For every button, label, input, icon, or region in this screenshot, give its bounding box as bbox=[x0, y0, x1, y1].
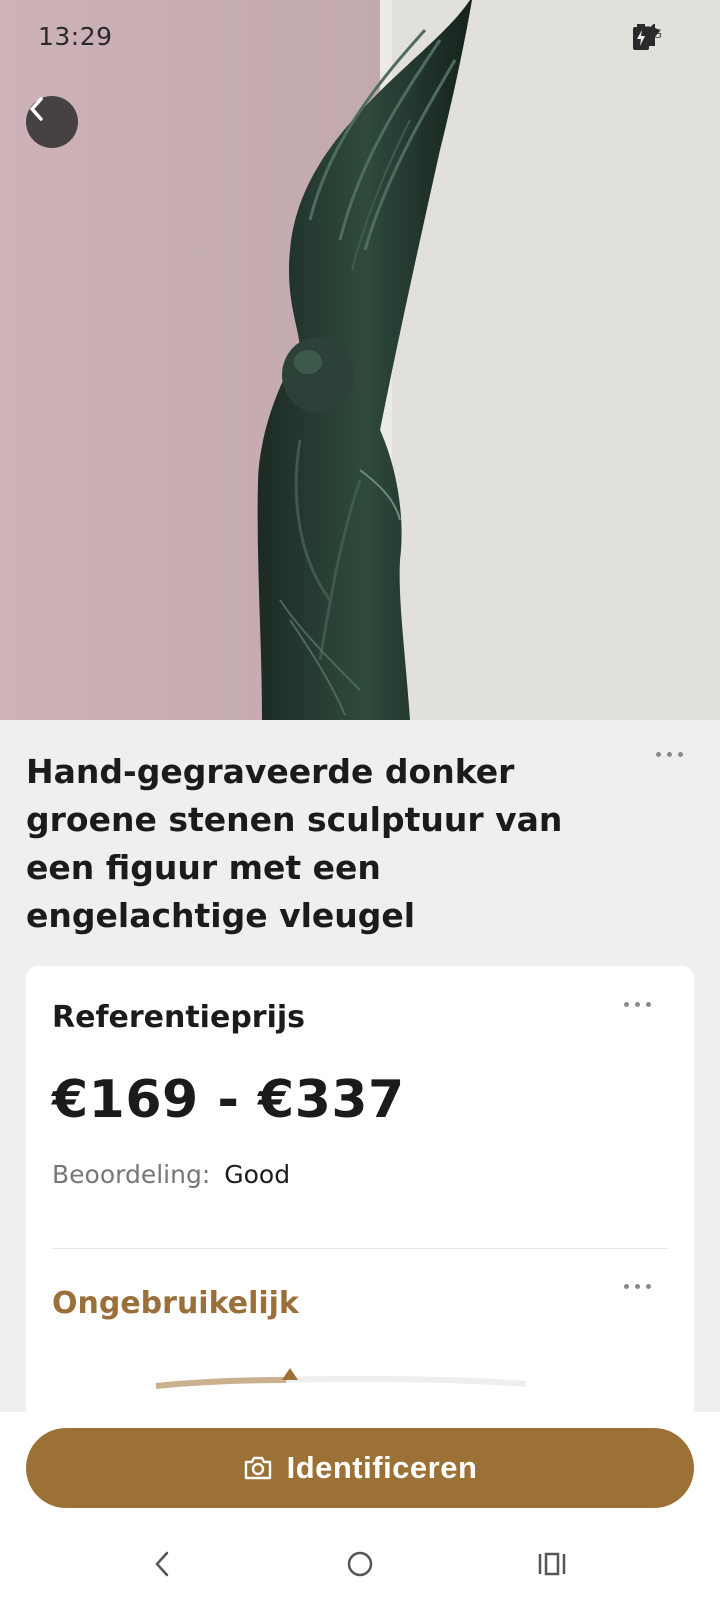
identify-label: Identificeren bbox=[286, 1450, 478, 1485]
nav-back-button[interactable] bbox=[122, 1528, 202, 1600]
item-title: Hand-gegraveerde donker groene stenen sc… bbox=[26, 752, 563, 935]
status-bar: 13:29 5G bbox=[0, 0, 720, 80]
divider bbox=[52, 1248, 668, 1249]
nav-home-icon bbox=[347, 1551, 373, 1577]
back-button[interactable] bbox=[26, 96, 78, 148]
rarity-heading: Ongebruikelijk bbox=[52, 1286, 299, 1321]
status-icons: 5G bbox=[633, 24, 674, 54]
price-range: €169 - €337 bbox=[52, 1070, 405, 1130]
dot bbox=[646, 1002, 651, 1007]
dot bbox=[624, 1002, 629, 1007]
item-photo: 13:29 5G bbox=[0, 0, 720, 720]
dot bbox=[635, 1002, 640, 1007]
dot bbox=[624, 1284, 629, 1289]
nav-recents-button[interactable] bbox=[512, 1528, 592, 1600]
rarity-more-button[interactable] bbox=[618, 1278, 657, 1295]
price-card: Referentieprijs €169 - €337 Beoordeling:… bbox=[26, 966, 694, 1436]
identify-button[interactable]: Identificeren bbox=[26, 1428, 694, 1508]
dot bbox=[635, 1284, 640, 1289]
rating-label: Beoordeling: bbox=[52, 1160, 211, 1189]
system-nav-bar bbox=[0, 1528, 720, 1600]
rating-value: Good bbox=[224, 1160, 291, 1189]
nav-recents-icon bbox=[538, 1552, 566, 1576]
chevron-left-icon bbox=[30, 97, 43, 121]
price-more-button[interactable] bbox=[618, 996, 657, 1013]
dot bbox=[678, 752, 683, 757]
rating-row: Beoordeling: Good bbox=[52, 1160, 290, 1189]
reference-price-heading: Referentieprijs bbox=[52, 1000, 306, 1035]
bottom-bar: Identificeren bbox=[0, 1412, 720, 1600]
nav-home-button[interactable] bbox=[320, 1528, 400, 1600]
dot bbox=[667, 752, 672, 757]
nav-back-icon bbox=[155, 1551, 169, 1577]
title-more-button[interactable] bbox=[650, 746, 689, 763]
dot bbox=[656, 752, 661, 757]
sculpture-image bbox=[0, 0, 720, 720]
camera-icon bbox=[244, 1456, 271, 1480]
dot bbox=[646, 1284, 651, 1289]
status-time: 13:29 bbox=[38, 22, 113, 51]
